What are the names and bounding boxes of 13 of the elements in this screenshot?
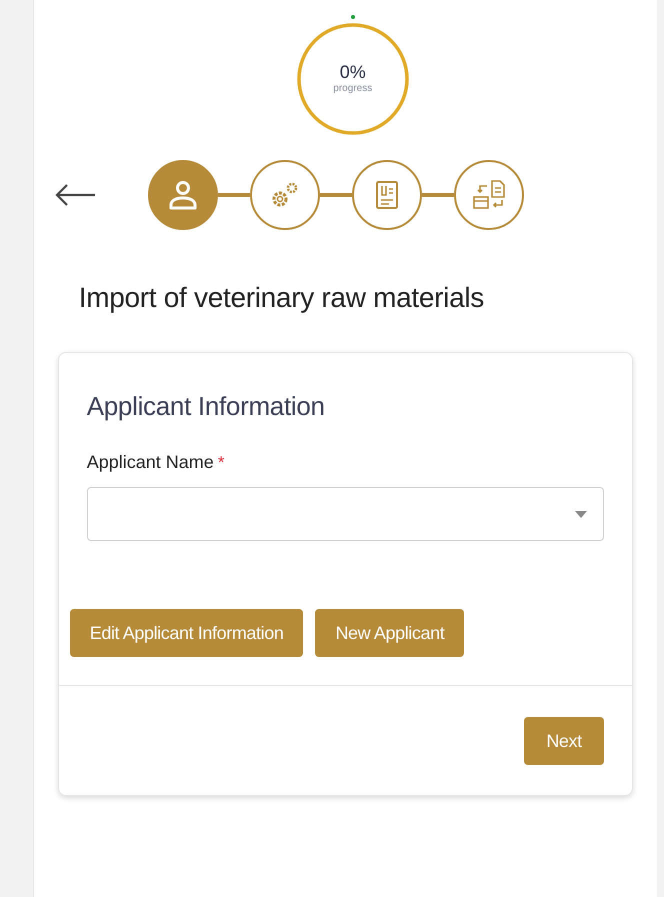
page-title: Import of veterinary raw materials bbox=[78, 282, 485, 314]
exchange-documents-icon bbox=[472, 178, 506, 212]
required-mark: * bbox=[218, 453, 224, 473]
field-label: Applicant Name bbox=[86, 452, 214, 473]
progress-dot bbox=[350, 15, 355, 19]
section-heading: Applicant Information bbox=[86, 391, 326, 422]
back-arrow-icon[interactable] bbox=[54, 183, 96, 207]
next-button[interactable]: Next bbox=[524, 717, 604, 765]
action-button[interactable]: Edit Applicant Information bbox=[70, 609, 304, 657]
progress-value: 0% bbox=[340, 62, 366, 83]
progress-label: progress bbox=[333, 83, 372, 94]
action-button[interactable]: New Applicant bbox=[315, 609, 464, 657]
caret-icon bbox=[574, 510, 587, 518]
